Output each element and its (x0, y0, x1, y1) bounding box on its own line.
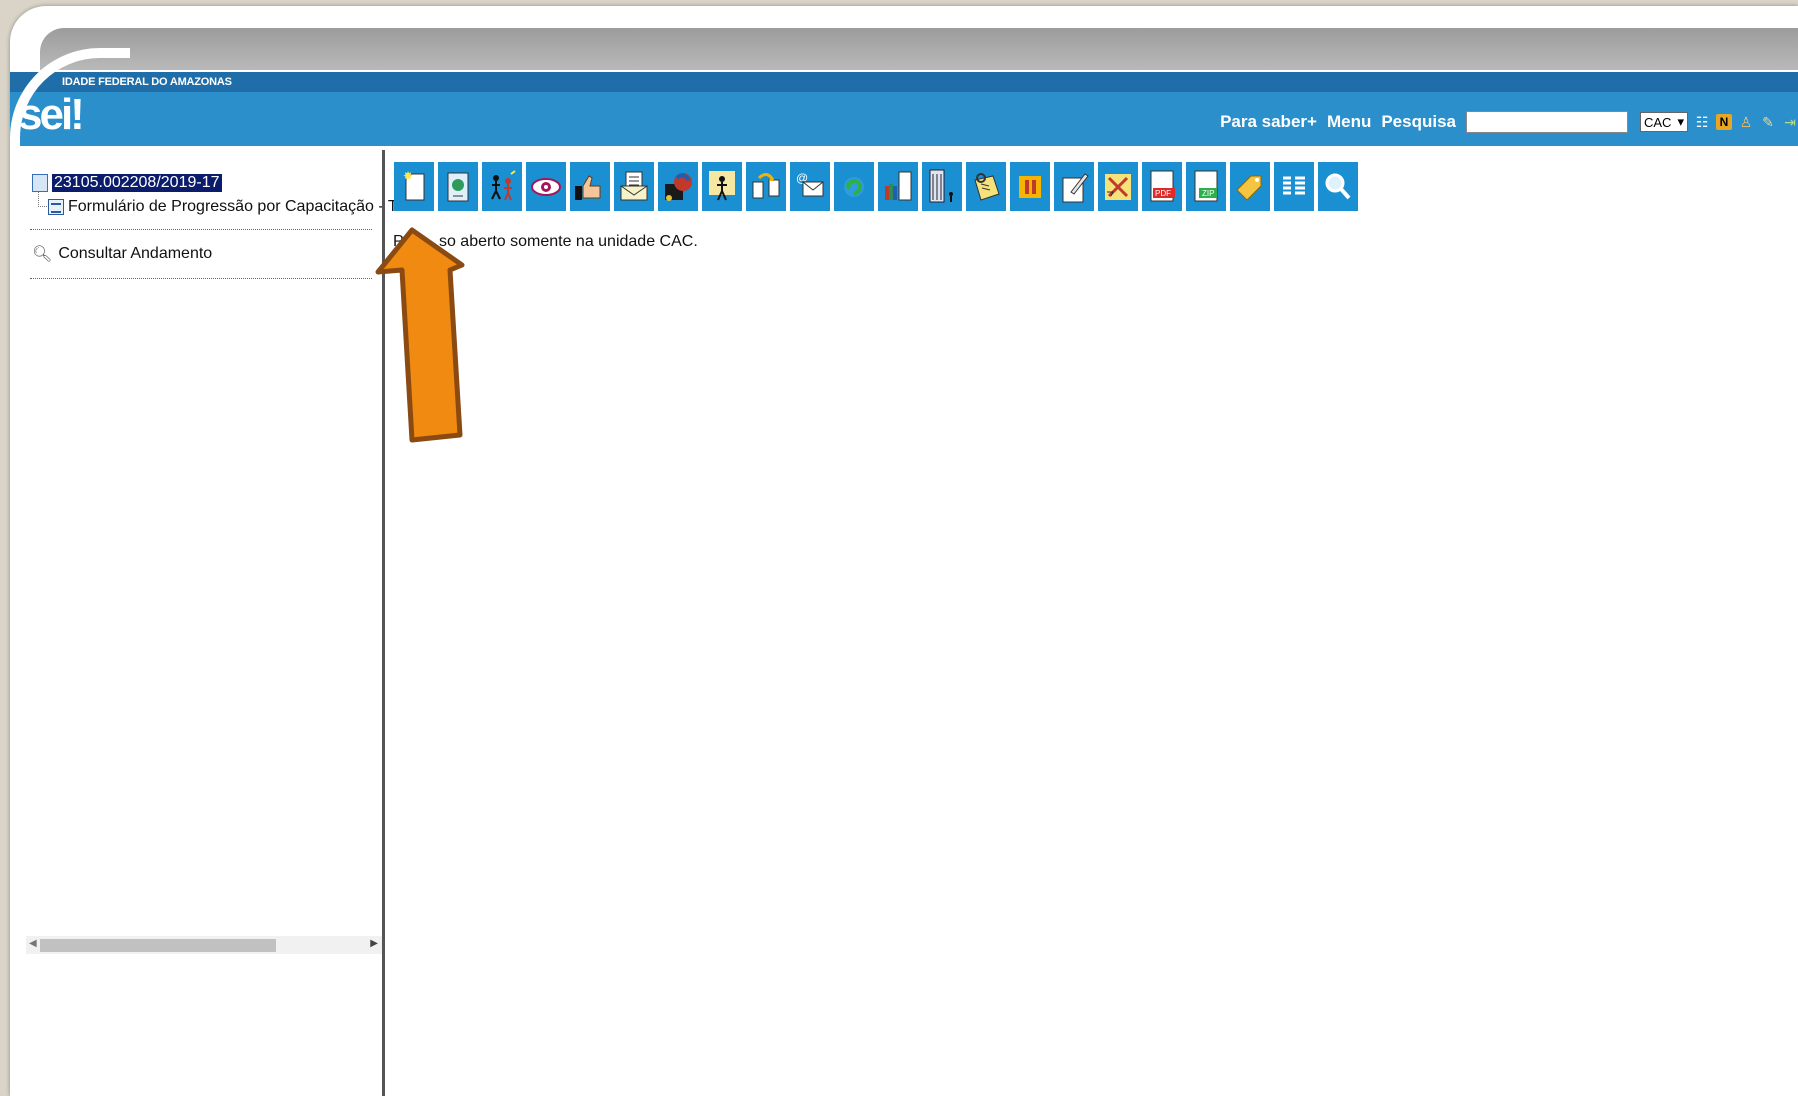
para-saber-link[interactable]: Para saber+ (1220, 112, 1317, 132)
document-node[interactable]: Formulário de Progressão por Capacitação… (48, 198, 407, 216)
start-related-process-icon[interactable] (438, 162, 478, 211)
list-icon[interactable]: ☷ (1694, 114, 1710, 130)
send-email-icon[interactable]: @ (790, 162, 830, 211)
magnifier-key-icon: 🔍︎ (32, 246, 53, 263)
dropdown-arrow-icon: ▾ (1677, 114, 1684, 129)
scroll-right-icon[interactable]: ▶ (370, 938, 378, 949)
reopen-icon[interactable] (834, 162, 874, 211)
edit-process-icon[interactable] (1054, 162, 1094, 211)
include-in-block-icon[interactable] (878, 162, 918, 211)
institution-bar: IDADE FEDERAL DO AMAZONAS (10, 72, 1798, 92)
consult-label: Consultar Andamento (58, 245, 213, 262)
approve-icon[interactable] (570, 162, 610, 211)
conclude-process-icon[interactable] (1098, 162, 1138, 211)
update-progress-icon[interactable] (658, 162, 698, 211)
process-icon (32, 174, 48, 192)
svg-text:ZIP: ZIP (1202, 189, 1214, 198)
user-icon[interactable]: ♙ (1738, 114, 1754, 130)
process-toolbar: ✸ @ PDF ZIP (394, 162, 1358, 211)
list-documents-icon[interactable] (1274, 162, 1314, 211)
follow-process-icon[interactable] (526, 162, 566, 211)
pesquisa-label: Pesquisa (1381, 112, 1456, 131)
annotate-icon[interactable] (966, 162, 1006, 211)
svg-text:PDF: PDF (1155, 189, 1171, 198)
orange-arrow-annotation (375, 227, 465, 443)
slide-header-band (40, 28, 1798, 70)
exit-icon[interactable]: ⇥ (1782, 114, 1798, 130)
tree-separator (30, 278, 372, 279)
process-tree-pane: 23105.002208/2019-17 Formulário de Progr… (10, 148, 407, 1096)
header-links: Para saber+ Menu Pesquisa CAC ▾ ☷ N ♙ ✎ ⇥ (1220, 110, 1798, 134)
send-process-icon[interactable] (614, 162, 654, 211)
tools-icon[interactable]: ✎ (1760, 114, 1776, 130)
assign-process-icon[interactable] (482, 162, 522, 211)
notes-icon[interactable]: N (1716, 114, 1732, 130)
new-document-icon[interactable]: ✸ (394, 162, 434, 211)
relate-process-icon[interactable] (746, 162, 786, 211)
scroll-thumb[interactable] (40, 939, 276, 952)
generate-pdf-icon[interactable]: PDF (1142, 162, 1182, 211)
tree-separator (30, 229, 372, 230)
app-header: sei! Para saber+ Menu Pesquisa CAC ▾ ☷ N … (10, 90, 1798, 146)
generate-zip-icon[interactable]: ZIP (1186, 162, 1226, 211)
manage-interested-icon[interactable] (922, 162, 962, 211)
marker-icon[interactable] (1230, 162, 1270, 211)
process-number[interactable]: 23105.002208/2019-17 (52, 174, 222, 192)
suspend-icon[interactable] (1010, 162, 1050, 211)
horizontal-scrollbar[interactable]: ◀ ▶ (26, 936, 382, 954)
assign-person-icon[interactable] (702, 162, 742, 211)
document-label[interactable]: Formulário de Progressão por Capacitação… (68, 198, 407, 216)
search-icon[interactable] (1318, 162, 1358, 211)
unit-select[interactable]: CAC ▾ (1640, 112, 1688, 132)
search-input[interactable] (1466, 111, 1628, 133)
consult-progress-link[interactable]: 🔍︎ Consultar Andamento (32, 244, 212, 264)
menu-link[interactable]: Menu (1327, 112, 1371, 132)
form-document-icon (48, 199, 64, 215)
scroll-left-icon[interactable]: ◀ (29, 938, 37, 949)
process-node[interactable]: 23105.002208/2019-17 (32, 174, 222, 192)
svg-text:✸: ✸ (403, 169, 413, 183)
